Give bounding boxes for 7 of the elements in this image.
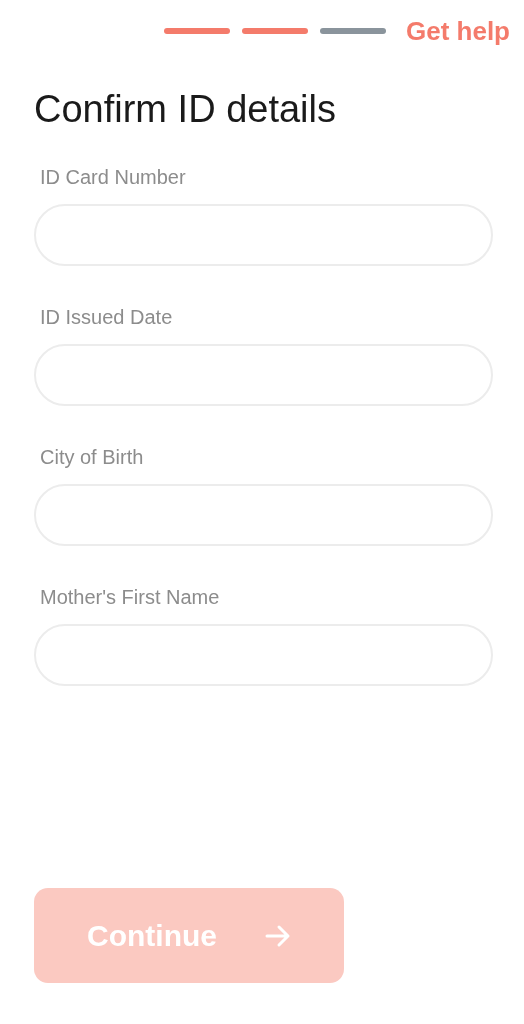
field-label: ID Card Number	[40, 164, 186, 190]
arrow-right-icon	[265, 923, 291, 948]
field-label: City of Birth	[40, 444, 144, 470]
get-help-link[interactable]: Get help	[406, 11, 510, 51]
field-label: ID Issued Date	[40, 304, 173, 330]
field-label: Mother's First Name	[40, 584, 220, 610]
page-title: Confirm ID details	[34, 87, 337, 132]
